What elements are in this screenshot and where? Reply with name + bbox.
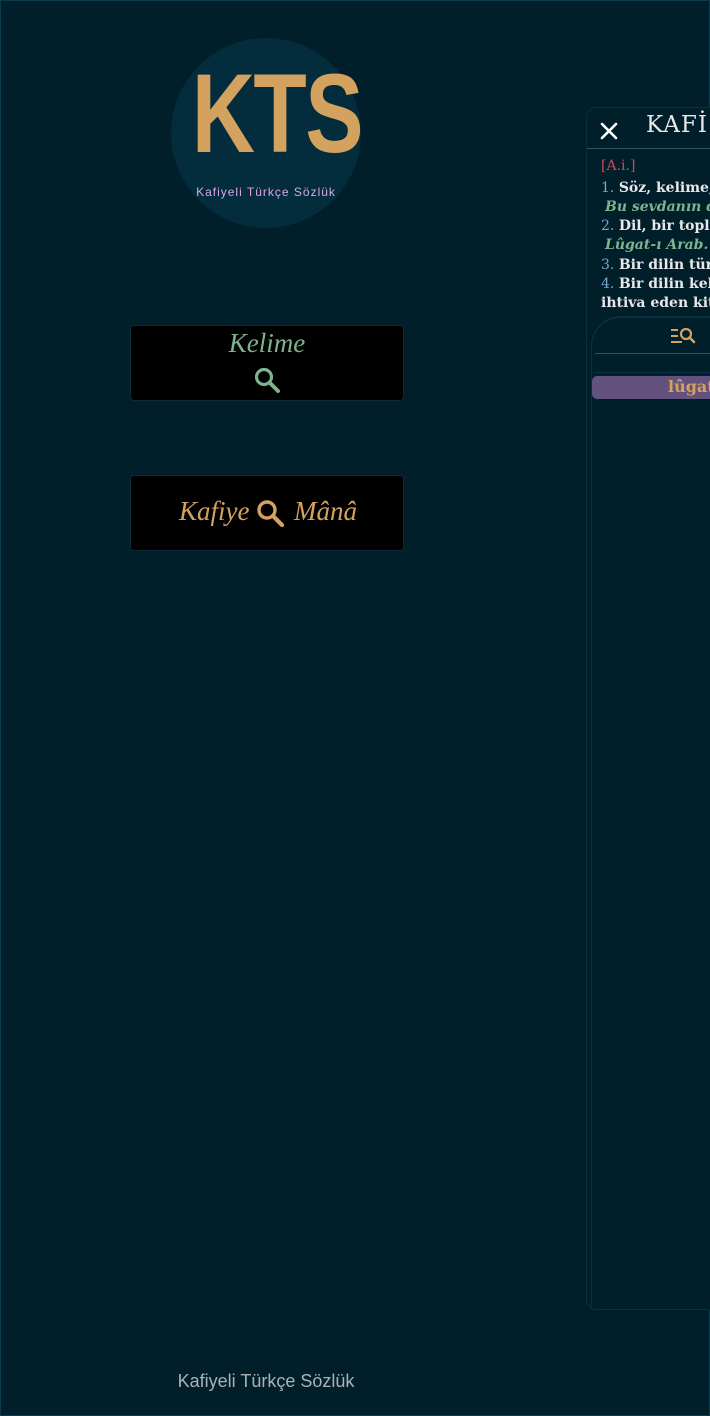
mana-label: Mânâ [294, 496, 357, 526]
kelime-label: Kelime [228, 328, 306, 358]
kts-logo: KTS Kafiyeli Türkçe Sözlük [171, 38, 364, 228]
panel-title: KAFİ [646, 112, 708, 138]
result-item[interactable]: lûgat [592, 376, 710, 399]
kafiye-label: Kafiye [179, 496, 250, 526]
logo-mark: KTS [191, 51, 364, 176]
definition-1: 1. Söz, kelime, [601, 179, 710, 197]
search-icon [254, 367, 280, 393]
part-of-speech: [A.i.] [601, 158, 636, 174]
definition-example: Bu sevdanın d [605, 199, 710, 215]
definition-4: 4. Bir dilin kel [601, 275, 710, 293]
definition-text: Bir dilin tür [618, 257, 710, 273]
result-text: lûgat [668, 377, 710, 396]
results-divider [595, 372, 710, 373]
close-icon[interactable] [597, 118, 621, 142]
definition-example: Lûgat-ı Arab. [605, 237, 709, 253]
definition-panel: KAFİ [A.i.] 1. Söz, kelime, Bu sevdanın … [586, 107, 710, 1310]
definition-text: Bir dilin kel [618, 276, 710, 292]
definition-2: 2. Dil, bir toplu [601, 217, 710, 235]
logo-subtitle: Kafiyeli Türkçe Sözlük [196, 185, 336, 199]
definition-number: 2. [601, 218, 615, 234]
definition-continuation: ihtiva eden kita [601, 295, 710, 311]
definition-text: Söz, kelime, [618, 180, 710, 196]
definition-text: Dil, bir toplu [618, 218, 710, 234]
kafiye-mana-search-button[interactable]: Kafiye Mânâ [130, 475, 404, 551]
definition-3: 3. Bir dilin tür [601, 256, 710, 274]
footer-text: Kafiyeli Türkçe Sözlük [177, 1371, 355, 1391]
definition-number: 4. [601, 276, 615, 292]
kelime-search-button[interactable]: Kelime [130, 325, 404, 401]
definition-number: 3. [601, 257, 615, 273]
search-icon [257, 500, 285, 528]
results-container [591, 316, 710, 1308]
results-divider [595, 353, 710, 354]
panel-header: KAFİ [587, 108, 710, 149]
list-search-icon[interactable] [669, 324, 697, 348]
definition-number: 1. [601, 180, 615, 196]
